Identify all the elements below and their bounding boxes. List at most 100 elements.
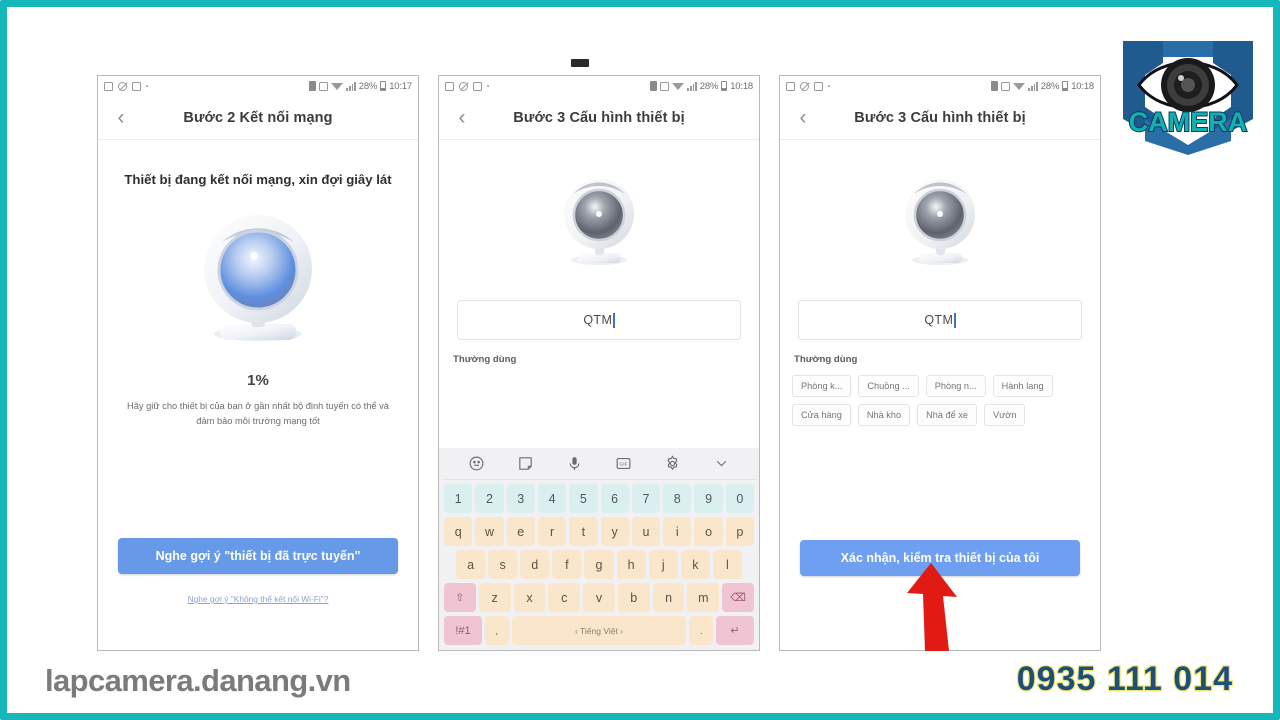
back-arrow-icon[interactable]: ‹ (447, 107, 477, 128)
key-s[interactable]: s (488, 550, 518, 579)
chip-phong-n[interactable]: Phòng n... (925, 375, 986, 397)
symbols-key[interactable]: !#1 (444, 616, 483, 645)
emoji-icon[interactable] (468, 455, 485, 472)
keyboard-row-numbers: 1 2 3 4 5 6 7 8 9 0 (442, 484, 756, 513)
progress-percent: 1% (247, 371, 269, 389)
text-caret (613, 312, 615, 328)
chip-nha-de-xe[interactable]: Nhà để xe (917, 404, 978, 426)
period-key[interactable]: . (689, 616, 713, 645)
image-icon (104, 81, 113, 91)
key-i[interactable]: i (663, 517, 692, 546)
key-9[interactable]: 9 (694, 484, 723, 513)
key-w[interactable]: w (475, 517, 504, 546)
key-2[interactable]: 2 (475, 484, 504, 513)
key-j[interactable]: j (648, 550, 678, 579)
alarm-icon (1001, 81, 1011, 91)
key-o[interactable]: o (694, 517, 723, 546)
vibrate-icon (650, 81, 658, 91)
svg-text:GIF: GIF (619, 462, 627, 468)
camera-illustration-large (98, 212, 418, 362)
key-n[interactable]: n (652, 583, 685, 612)
battery-percent: 28% (358, 80, 378, 92)
enter-key[interactable]: ↵ (715, 616, 754, 645)
signal-icon (1028, 81, 1038, 91)
chip-vuon[interactable]: Vườn (984, 404, 1026, 426)
camera-logo: CAMERA (1105, 23, 1271, 155)
app-bar: ‹ Bước 3 Cấu hình thiết bị (439, 96, 759, 140)
key-l[interactable]: l (712, 550, 742, 579)
key-r[interactable]: r (537, 517, 567, 546)
key-u[interactable]: u (631, 517, 661, 546)
shift-key[interactable]: ⇧ (443, 583, 476, 612)
key-k[interactable]: k (680, 550, 710, 579)
vibrate-icon (991, 81, 999, 91)
page-title: Bước 3 Cấu hình thiết bị (513, 109, 685, 126)
hear-online-tip-button[interactable]: Nghe gợi ý "thiết bị đã trực tuyến" (118, 538, 398, 574)
screenshot-step3-keyboard: 28% 10:18 ‹ Bước 3 Cấu hình thiết bị QTM… (438, 75, 760, 651)
key-x[interactable]: x (513, 583, 546, 612)
chip-cua-hang[interactable]: Cửa hàng (792, 404, 851, 426)
key-c[interactable]: c (548, 583, 581, 612)
key-t[interactable]: t (569, 517, 598, 546)
screenshot-icon (473, 81, 482, 91)
key-0[interactable]: 0 (725, 484, 754, 513)
device-name-value: QTM (924, 313, 954, 327)
keyboard-row-middle: a s d f g h j k l (442, 550, 756, 579)
chip-nha-kho[interactable]: Nhà kho (857, 404, 911, 426)
key-1[interactable]: 1 (444, 484, 473, 513)
key-8[interactable]: 8 (663, 484, 692, 513)
annotation-arrow-icon (897, 563, 969, 651)
camera-illustration-small (780, 174, 1100, 274)
vibrate-icon (309, 81, 317, 91)
key-g[interactable]: g (584, 550, 614, 579)
key-3[interactable]: 3 (506, 484, 535, 513)
logo-text: CAMERA (1129, 107, 1248, 137)
gif-icon[interactable]: GIF (615, 455, 632, 472)
key-5[interactable]: 5 (569, 484, 598, 513)
wifi-help-link[interactable]: Nghe gợi ý "Không thể kết nối Wi-Fi"? (98, 594, 418, 604)
camera-illustration-small (439, 174, 759, 274)
key-y[interactable]: y (600, 517, 629, 546)
sticker-icon[interactable] (517, 455, 534, 472)
connecting-heading: Thiết bị đang kết nối mạng, xin đợi giây… (124, 172, 392, 187)
key-f[interactable]: f (552, 550, 582, 579)
device-name-input[interactable]: QTM (457, 300, 741, 340)
key-h[interactable]: h (616, 550, 646, 579)
key-6[interactable]: 6 (600, 484, 629, 513)
key-d[interactable]: d (520, 550, 550, 579)
key-z[interactable]: z (478, 583, 511, 612)
key-p[interactable]: p (725, 517, 754, 546)
key-a[interactable]: a (456, 550, 486, 579)
contact-phone: 0935 111 014 (1016, 659, 1234, 699)
key-4[interactable]: 4 (537, 484, 567, 513)
comma-key[interactable]: , (485, 616, 509, 645)
chip-phong-k[interactable]: Phòng k... (792, 375, 852, 397)
top-dash-mark (571, 59, 589, 67)
wifi-icon (331, 82, 344, 90)
space-key[interactable]: ‹ Tiếng Việt › (511, 616, 687, 645)
key-7[interactable]: 7 (631, 484, 661, 513)
settings-icon[interactable] (664, 455, 681, 472)
key-e[interactable]: e (506, 517, 535, 546)
microphone-icon[interactable] (566, 455, 583, 472)
mute-icon (118, 81, 127, 91)
website-url: lapcamera.danang.vn (45, 663, 351, 698)
key-v[interactable]: v (583, 583, 615, 612)
virtual-keyboard: GIF 1 2 3 4 5 6 7 8 9 0 q w e r t y u i … (439, 448, 759, 650)
keyboard-row-bottom: ⇧ z x c v b n m ⌫ (442, 583, 756, 612)
image-icon (786, 81, 795, 91)
chevron-down-icon[interactable] (713, 455, 730, 472)
dot-icon (487, 85, 489, 87)
key-m[interactable]: m (687, 583, 720, 612)
backspace-key[interactable]: ⌫ (722, 583, 755, 612)
chip-chuong[interactable]: Chuồng ... (858, 375, 919, 397)
signal-icon (346, 81, 356, 91)
status-bar: 28% 10:18 (780, 76, 1100, 96)
key-b[interactable]: b (617, 583, 650, 612)
back-arrow-icon[interactable]: ‹ (788, 107, 818, 128)
signal-icon (687, 81, 697, 91)
key-q[interactable]: q (444, 517, 473, 546)
device-name-input[interactable]: QTM (798, 300, 1082, 340)
back-arrow-icon[interactable]: ‹ (106, 107, 136, 128)
chip-hanh-lang[interactable]: Hành lang (992, 375, 1053, 397)
